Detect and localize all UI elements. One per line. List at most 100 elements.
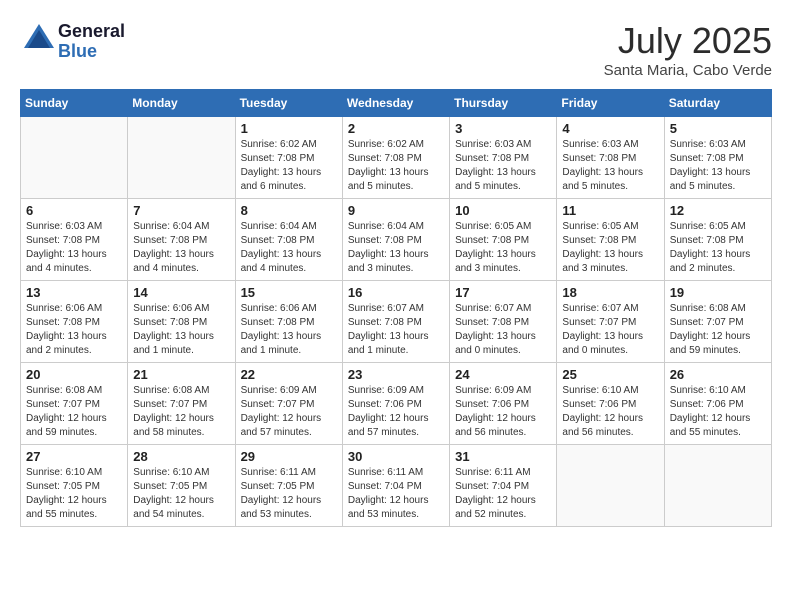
day-number: 4 bbox=[562, 121, 658, 136]
day-info: Sunrise: 6:06 AM Sunset: 7:08 PM Dayligh… bbox=[241, 302, 337, 358]
day-number: 28 bbox=[133, 449, 229, 464]
day-info: Sunrise: 6:03 AM Sunset: 7:08 PM Dayligh… bbox=[455, 138, 551, 194]
day-info: Sunrise: 6:08 AM Sunset: 7:07 PM Dayligh… bbox=[670, 302, 766, 358]
logo-general-text: General bbox=[58, 22, 125, 42]
calendar-cell: 6 Sunrise: 6:03 AM Sunset: 7:08 PM Daylig… bbox=[21, 199, 128, 281]
weekday-header: Wednesday bbox=[342, 90, 449, 117]
day-info: Sunrise: 6:10 AM Sunset: 7:06 PM Dayligh… bbox=[562, 384, 658, 440]
day-number: 29 bbox=[241, 449, 337, 464]
day-info: Sunrise: 6:06 AM Sunset: 7:08 PM Dayligh… bbox=[26, 302, 122, 358]
day-number: 27 bbox=[26, 449, 122, 464]
day-info: Sunrise: 6:09 AM Sunset: 7:07 PM Dayligh… bbox=[241, 384, 337, 440]
day-number: 30 bbox=[348, 449, 444, 464]
calendar-cell: 10Sunrise: 6:05 AM Sunset: 7:08 PM Dayli… bbox=[450, 199, 557, 281]
page-header: General Blue July 2025 Santa Maria, Cabo… bbox=[20, 20, 772, 79]
calendar-cell: 21 Sunrise: 6:08 AM Sunset: 7:07 PM Dayli… bbox=[128, 363, 235, 445]
calendar-week-row: 27 Sunrise: 6:10 AM Sunset: 7:05 PM Dayli… bbox=[21, 445, 772, 527]
day-info: Sunrise: 6:09 AM Sunset: 7:06 PM Dayligh… bbox=[455, 384, 551, 440]
day-info: Sunrise: 6:11 AM Sunset: 7:05 PM Dayligh… bbox=[241, 466, 337, 522]
day-info: Sunrise: 6:07 AM Sunset: 7:07 PM Dayligh… bbox=[562, 302, 658, 358]
calendar-cell: 12 Sunrise: 6:05 AM Sunset: 7:08 PM Dayli… bbox=[664, 199, 771, 281]
day-info: Sunrise: 6:04 AM Sunset: 7:08 PM Dayligh… bbox=[241, 220, 337, 276]
title-block: July 2025 Santa Maria, Cabo Verde bbox=[604, 20, 772, 79]
calendar-cell: 25Sunrise: 6:10 AM Sunset: 7:06 PM Dayli… bbox=[557, 363, 664, 445]
calendar-cell: 30 Sunrise: 6:11 AM Sunset: 7:04 PM Dayli… bbox=[342, 445, 449, 527]
calendar-cell: 4 Sunrise: 6:03 AM Sunset: 7:08 PM Daylig… bbox=[557, 117, 664, 199]
day-info: Sunrise: 6:10 AM Sunset: 7:06 PM Dayligh… bbox=[670, 384, 766, 440]
weekday-header: Saturday bbox=[664, 90, 771, 117]
calendar-cell: 5Sunrise: 6:03 AM Sunset: 7:08 PM Daylig… bbox=[664, 117, 771, 199]
day-number: 20 bbox=[26, 367, 122, 382]
day-info: Sunrise: 6:08 AM Sunset: 7:07 PM Dayligh… bbox=[26, 384, 122, 440]
day-info: Sunrise: 6:04 AM Sunset: 7:08 PM Dayligh… bbox=[133, 220, 229, 276]
day-info: Sunrise: 6:05 AM Sunset: 7:08 PM Dayligh… bbox=[562, 220, 658, 276]
month-title: July 2025 bbox=[604, 20, 772, 62]
weekday-header: Thursday bbox=[450, 90, 557, 117]
calendar-cell: 11 Sunrise: 6:05 AM Sunset: 7:08 PM Dayli… bbox=[557, 199, 664, 281]
day-number: 15 bbox=[241, 285, 337, 300]
calendar-cell: 13 Sunrise: 6:06 AM Sunset: 7:08 PM Dayli… bbox=[21, 281, 128, 363]
calendar-header-row: SundayMondayTuesdayWednesdayThursdayFrid… bbox=[21, 90, 772, 117]
day-number: 19 bbox=[670, 285, 766, 300]
calendar-cell: 19 Sunrise: 6:08 AM Sunset: 7:07 PM Dayli… bbox=[664, 281, 771, 363]
calendar-cell: 23 Sunrise: 6:09 AM Sunset: 7:06 PM Dayli… bbox=[342, 363, 449, 445]
day-number: 31 bbox=[455, 449, 551, 464]
day-info: Sunrise: 6:09 AM Sunset: 7:06 PM Dayligh… bbox=[348, 384, 444, 440]
calendar-cell: 2 Sunrise: 6:02 AM Sunset: 7:08 PM Daylig… bbox=[342, 117, 449, 199]
day-info: Sunrise: 6:08 AM Sunset: 7:07 PM Dayligh… bbox=[133, 384, 229, 440]
day-number: 3 bbox=[455, 121, 551, 136]
location-subtitle: Santa Maria, Cabo Verde bbox=[604, 62, 772, 79]
calendar-cell: 31Sunrise: 6:11 AM Sunset: 7:04 PM Dayli… bbox=[450, 445, 557, 527]
day-number: 18 bbox=[562, 285, 658, 300]
logo-blue-text: Blue bbox=[58, 42, 125, 62]
day-number: 17 bbox=[455, 285, 551, 300]
day-number: 8 bbox=[241, 203, 337, 218]
calendar-cell: 29 Sunrise: 6:11 AM Sunset: 7:05 PM Dayli… bbox=[235, 445, 342, 527]
day-number: 1 bbox=[241, 121, 337, 136]
day-number: 23 bbox=[348, 367, 444, 382]
calendar-cell bbox=[21, 117, 128, 199]
day-number: 12 bbox=[670, 203, 766, 218]
logo-name: General Blue bbox=[58, 22, 125, 62]
day-info: Sunrise: 6:10 AM Sunset: 7:05 PM Dayligh… bbox=[133, 466, 229, 522]
calendar-cell: 26 Sunrise: 6:10 AM Sunset: 7:06 PM Dayli… bbox=[664, 363, 771, 445]
calendar-cell: 18 Sunrise: 6:07 AM Sunset: 7:07 PM Dayli… bbox=[557, 281, 664, 363]
day-number: 26 bbox=[670, 367, 766, 382]
day-number: 2 bbox=[348, 121, 444, 136]
day-number: 16 bbox=[348, 285, 444, 300]
day-number: 11 bbox=[562, 203, 658, 218]
calendar-week-row: 6 Sunrise: 6:03 AM Sunset: 7:08 PM Daylig… bbox=[21, 199, 772, 281]
day-info: Sunrise: 6:03 AM Sunset: 7:08 PM Dayligh… bbox=[26, 220, 122, 276]
day-info: Sunrise: 6:02 AM Sunset: 7:08 PM Dayligh… bbox=[241, 138, 337, 194]
day-info: Sunrise: 6:07 AM Sunset: 7:08 PM Dayligh… bbox=[348, 302, 444, 358]
day-info: Sunrise: 6:05 AM Sunset: 7:08 PM Dayligh… bbox=[455, 220, 551, 276]
calendar-cell: 3 Sunrise: 6:03 AM Sunset: 7:08 PM Daylig… bbox=[450, 117, 557, 199]
calendar-cell bbox=[664, 445, 771, 527]
day-number: 13 bbox=[26, 285, 122, 300]
calendar-cell bbox=[557, 445, 664, 527]
calendar-cell: 28 Sunrise: 6:10 AM Sunset: 7:05 PM Dayli… bbox=[128, 445, 235, 527]
day-number: 21 bbox=[133, 367, 229, 382]
day-info: Sunrise: 6:05 AM Sunset: 7:08 PM Dayligh… bbox=[670, 220, 766, 276]
day-info: Sunrise: 6:04 AM Sunset: 7:08 PM Dayligh… bbox=[348, 220, 444, 276]
calendar-cell: 7 Sunrise: 6:04 AM Sunset: 7:08 PM Daylig… bbox=[128, 199, 235, 281]
day-number: 22 bbox=[241, 367, 337, 382]
weekday-header: Sunday bbox=[21, 90, 128, 117]
calendar-cell: 20 Sunrise: 6:08 AM Sunset: 7:07 PM Dayli… bbox=[21, 363, 128, 445]
calendar-cell: 9Sunrise: 6:04 AM Sunset: 7:08 PM Daylig… bbox=[342, 199, 449, 281]
day-number: 14 bbox=[133, 285, 229, 300]
calendar-cell: 1 Sunrise: 6:02 AM Sunset: 7:08 PM Daylig… bbox=[235, 117, 342, 199]
day-number: 7 bbox=[133, 203, 229, 218]
day-number: 24 bbox=[455, 367, 551, 382]
calendar-cell: 14Sunrise: 6:06 AM Sunset: 7:08 PM Dayli… bbox=[128, 281, 235, 363]
day-info: Sunrise: 6:11 AM Sunset: 7:04 PM Dayligh… bbox=[348, 466, 444, 522]
day-info: Sunrise: 6:02 AM Sunset: 7:08 PM Dayligh… bbox=[348, 138, 444, 194]
calendar-cell: 24 Sunrise: 6:09 AM Sunset: 7:06 PM Dayli… bbox=[450, 363, 557, 445]
calendar-cell bbox=[128, 117, 235, 199]
day-number: 6 bbox=[26, 203, 122, 218]
weekday-header: Monday bbox=[128, 90, 235, 117]
day-info: Sunrise: 6:07 AM Sunset: 7:08 PM Dayligh… bbox=[455, 302, 551, 358]
logo: General Blue bbox=[20, 20, 125, 63]
day-info: Sunrise: 6:03 AM Sunset: 7:08 PM Dayligh… bbox=[562, 138, 658, 194]
calendar-cell: 16 Sunrise: 6:07 AM Sunset: 7:08 PM Dayli… bbox=[342, 281, 449, 363]
